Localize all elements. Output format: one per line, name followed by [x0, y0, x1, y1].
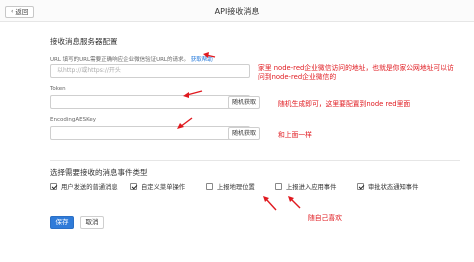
- top-bar: ‹ 返回 API接收消息: [0, 0, 474, 22]
- event-label: 审批状态通知事件: [368, 184, 419, 191]
- event-approval-status[interactable]: 审批状态通知事件: [357, 182, 418, 191]
- checkbox-approval-status[interactable]: [357, 183, 364, 190]
- save-button[interactable]: 保存: [50, 216, 74, 229]
- event-user-message[interactable]: 用户发送的普通消息: [50, 182, 118, 191]
- token-random-button[interactable]: 随机获取: [228, 96, 260, 109]
- event-custom-menu[interactable]: 自定义菜单操作: [130, 182, 185, 191]
- help-link[interactable]: 获取帮助: [191, 57, 213, 63]
- server-config-title: 接收消息服务器配置: [50, 37, 118, 46]
- url-annotation-line2: 问到node-red企业微信的: [258, 73, 337, 81]
- events-section-title: 选择需要接收的消息事件类型: [50, 168, 148, 177]
- page-title: API接收消息: [214, 7, 260, 16]
- url-input[interactable]: 以http://或https://开头: [50, 64, 250, 78]
- checkbox-user-message[interactable]: [50, 183, 57, 190]
- token-label: Token: [50, 86, 66, 92]
- checkbox-enter-app[interactable]: [275, 183, 282, 190]
- section-divider: [50, 160, 460, 161]
- aeskey-random-button[interactable]: 随机获取: [228, 127, 260, 140]
- arrow-head-location-event: [263, 196, 269, 202]
- event-report-location[interactable]: 上报地理位置: [206, 182, 255, 191]
- arrow-to-location-event: [265, 198, 277, 211]
- checkbox-report-location[interactable]: [206, 183, 213, 190]
- aeskey-label: EncodingAESKey: [50, 117, 97, 123]
- event-label: 上报地理位置: [217, 184, 255, 191]
- url-label: URL 填写的URL需要正确响应企业微信验证URL的请求。 获取帮助: [50, 57, 213, 63]
- arrow-head-enter-event: [288, 196, 294, 202]
- checkbox-custom-menu[interactable]: [130, 183, 137, 190]
- token-input[interactable]: [50, 95, 250, 109]
- arrow-to-enter-event: [290, 198, 301, 209]
- events-annotation: 随自己喜欢: [308, 214, 342, 222]
- event-label: 用户发送的普通消息: [61, 184, 118, 191]
- token-annotation: 随机生成即可，这里要配置到node red里面: [278, 100, 411, 108]
- aes-annotation: 和上面一样: [278, 131, 312, 139]
- cancel-button[interactable]: 取消: [80, 216, 104, 229]
- event-enter-app[interactable]: 上报进入应用事件: [275, 182, 336, 191]
- url-annotation-line1: 家里 node-red企业微信访问的地址，也就是你家公网地址可以访: [258, 64, 454, 72]
- event-label: 自定义菜单操作: [141, 184, 186, 191]
- event-label: 上报进入应用事件: [286, 184, 337, 191]
- aeskey-input[interactable]: [50, 126, 250, 140]
